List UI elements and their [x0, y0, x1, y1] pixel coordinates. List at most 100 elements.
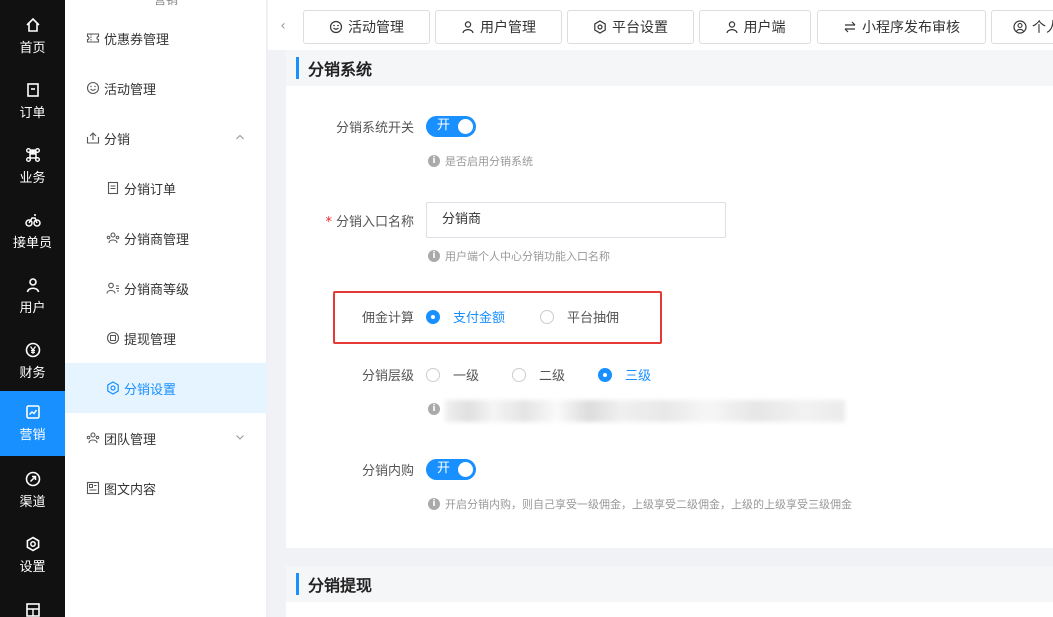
command-icon — [25, 147, 41, 163]
submenu-item-activities[interactable]: 活动管理 — [65, 63, 267, 113]
section-header-distribution-withdrawal: 分销提现 — [286, 566, 1053, 602]
yen-icon — [25, 342, 41, 358]
section-title: 分销系统 — [308, 60, 373, 79]
radio-label: 支付金额 — [453, 311, 506, 326]
rail-item-settings[interactable]: 设置 — [0, 523, 65, 588]
redacted-hint-text — [445, 400, 845, 422]
user-list-icon — [106, 281, 120, 295]
rail-item-users[interactable]: 用户 — [0, 264, 65, 329]
rail-item-channel[interactable]: 渠道 — [0, 458, 65, 523]
switch-state-text: 开 — [437, 118, 451, 133]
submenu-group-title: 营销 — [153, 0, 178, 7]
user-circle-icon — [1013, 20, 1027, 34]
radio-label: 二级 — [539, 369, 566, 384]
tab-platform-settings[interactable]: 平台设置 — [567, 10, 694, 44]
submenu-item-distribution-settings[interactable]: 分销设置 — [65, 363, 267, 413]
entry-name-input[interactable]: 分销商 — [426, 202, 726, 238]
commission-radio-platform-fee[interactable]: 平台抽佣 — [540, 307, 619, 326]
submenu-item-distributors[interactable]: 分销商管理 — [65, 213, 267, 263]
marketing-submenu: 营销 优惠券管理 活动管理 分销 分销订单 分销商管理 分销商等级 提现管理 分… — [65, 0, 267, 617]
submenu-item-label: 分销商等级 — [124, 282, 190, 298]
tab-label: 活动管理 — [348, 20, 404, 36]
commission-radio-payment-amount[interactable]: 支付金额 — [426, 307, 505, 326]
rail-item-more[interactable] — [0, 590, 65, 617]
tab-user-management[interactable]: 用户管理 — [435, 10, 562, 44]
chevron-up-icon[interactable] — [235, 132, 245, 142]
distribution-system-switch[interactable]: 开 — [426, 116, 476, 137]
rail-item-label: 营销 — [19, 428, 46, 443]
ticket-icon — [86, 31, 100, 45]
tab-personal[interactable]: 个人 — [991, 10, 1053, 44]
radio-dot — [512, 367, 526, 382]
smile-icon — [86, 81, 100, 95]
rail-item-finance[interactable]: 财务 — [0, 329, 65, 394]
rail-item-label: 设置 — [19, 560, 46, 575]
user-icon — [725, 20, 739, 34]
submenu-item-distributor-levels[interactable]: 分销商等级 — [65, 263, 267, 313]
submenu-item-label: 分销设置 — [124, 382, 177, 398]
document-icon — [106, 181, 120, 195]
section-accent-bar — [296, 573, 299, 595]
rail-item-home[interactable]: 首页 — [0, 4, 65, 69]
info-icon: i — [428, 250, 440, 262]
submenu-item-label: 优惠券管理 — [104, 32, 170, 48]
submenu-item-label: 活动管理 — [104, 82, 157, 98]
switch-knob — [458, 119, 473, 134]
tab-label: 用户管理 — [480, 20, 536, 36]
radio-dot — [598, 367, 612, 382]
rail-item-business[interactable]: 业务 — [0, 134, 65, 199]
section-accent-bar — [296, 57, 299, 79]
submenu-item-coupons[interactable]: 优惠券管理 — [65, 13, 267, 63]
submenu-item-withdrawals[interactable]: 提现管理 — [65, 313, 267, 363]
withdrawal-settings-form — [286, 602, 1053, 617]
radio-dot — [426, 367, 440, 382]
tab-label: 平台设置 — [612, 20, 668, 36]
submenu-item-distribution[interactable]: 分销 — [65, 113, 267, 163]
tab-activities[interactable]: 活动管理 — [303, 10, 430, 44]
radio-dot — [426, 309, 440, 324]
article-icon — [86, 481, 100, 495]
tabs-scroll-left-icon[interactable]: ‹ — [274, 12, 292, 40]
withdraw-icon — [106, 331, 120, 345]
level-radio-three[interactable]: 三级 — [598, 365, 651, 384]
submenu-item-distribution-orders[interactable]: 分销订单 — [65, 163, 267, 213]
tab-label: 用户端 — [743, 20, 786, 36]
info-icon: i — [428, 403, 440, 415]
internal-purchase-switch[interactable]: 开 — [426, 459, 476, 480]
info-icon: i — [428, 498, 440, 510]
user-icon — [461, 20, 475, 34]
rail-item-label: 接单员 — [12, 236, 52, 251]
hexagon-gear-icon — [593, 20, 607, 34]
level-radio-one[interactable]: 一级 — [426, 365, 479, 384]
rail-item-label: 财务 — [19, 366, 46, 381]
share-icon — [86, 131, 100, 145]
rail-item-rider[interactable]: 接单员 — [0, 199, 65, 264]
rail-item-marketing[interactable]: 营销 — [0, 391, 65, 456]
switch-knob — [458, 462, 473, 477]
tab-user-client[interactable]: 用户端 — [699, 10, 811, 44]
hint-text: 是否启用分销系统 — [445, 155, 533, 168]
submenu-item-label: 分销 — [104, 132, 131, 148]
radio-label: 三级 — [625, 369, 652, 384]
submenu-item-articles[interactable]: 图文内容 — [65, 463, 267, 513]
rail-item-orders[interactable]: 订单 — [0, 69, 65, 134]
required-mark: * — [325, 215, 332, 230]
info-icon: i — [428, 155, 440, 167]
switch-hint: i 是否启用分销系统 — [428, 153, 533, 169]
entry-name-hint: i 用户端个人中心分销功能入口名称 — [428, 248, 610, 264]
rail-item-label: 用户 — [19, 301, 46, 316]
order-icon — [25, 82, 41, 98]
submenu-item-label: 分销订单 — [124, 182, 177, 198]
level-radio-two[interactable]: 二级 — [512, 365, 565, 384]
switch-state-text: 开 — [437, 461, 451, 476]
section-header-distribution-system: 分销系统 — [286, 50, 1053, 86]
tab-miniprogram-review[interactable]: 小程序发布审核 — [817, 10, 986, 44]
internal-purchase-label: 分销内购 — [361, 464, 414, 479]
rail-item-label: 渠道 — [19, 495, 46, 510]
chevron-down-icon[interactable] — [235, 432, 245, 442]
gear-icon — [25, 536, 41, 552]
home-icon — [25, 17, 41, 33]
submenu-item-teams[interactable]: 团队管理 — [65, 413, 267, 463]
channel-icon — [25, 471, 41, 487]
grid-icon — [25, 602, 41, 617]
